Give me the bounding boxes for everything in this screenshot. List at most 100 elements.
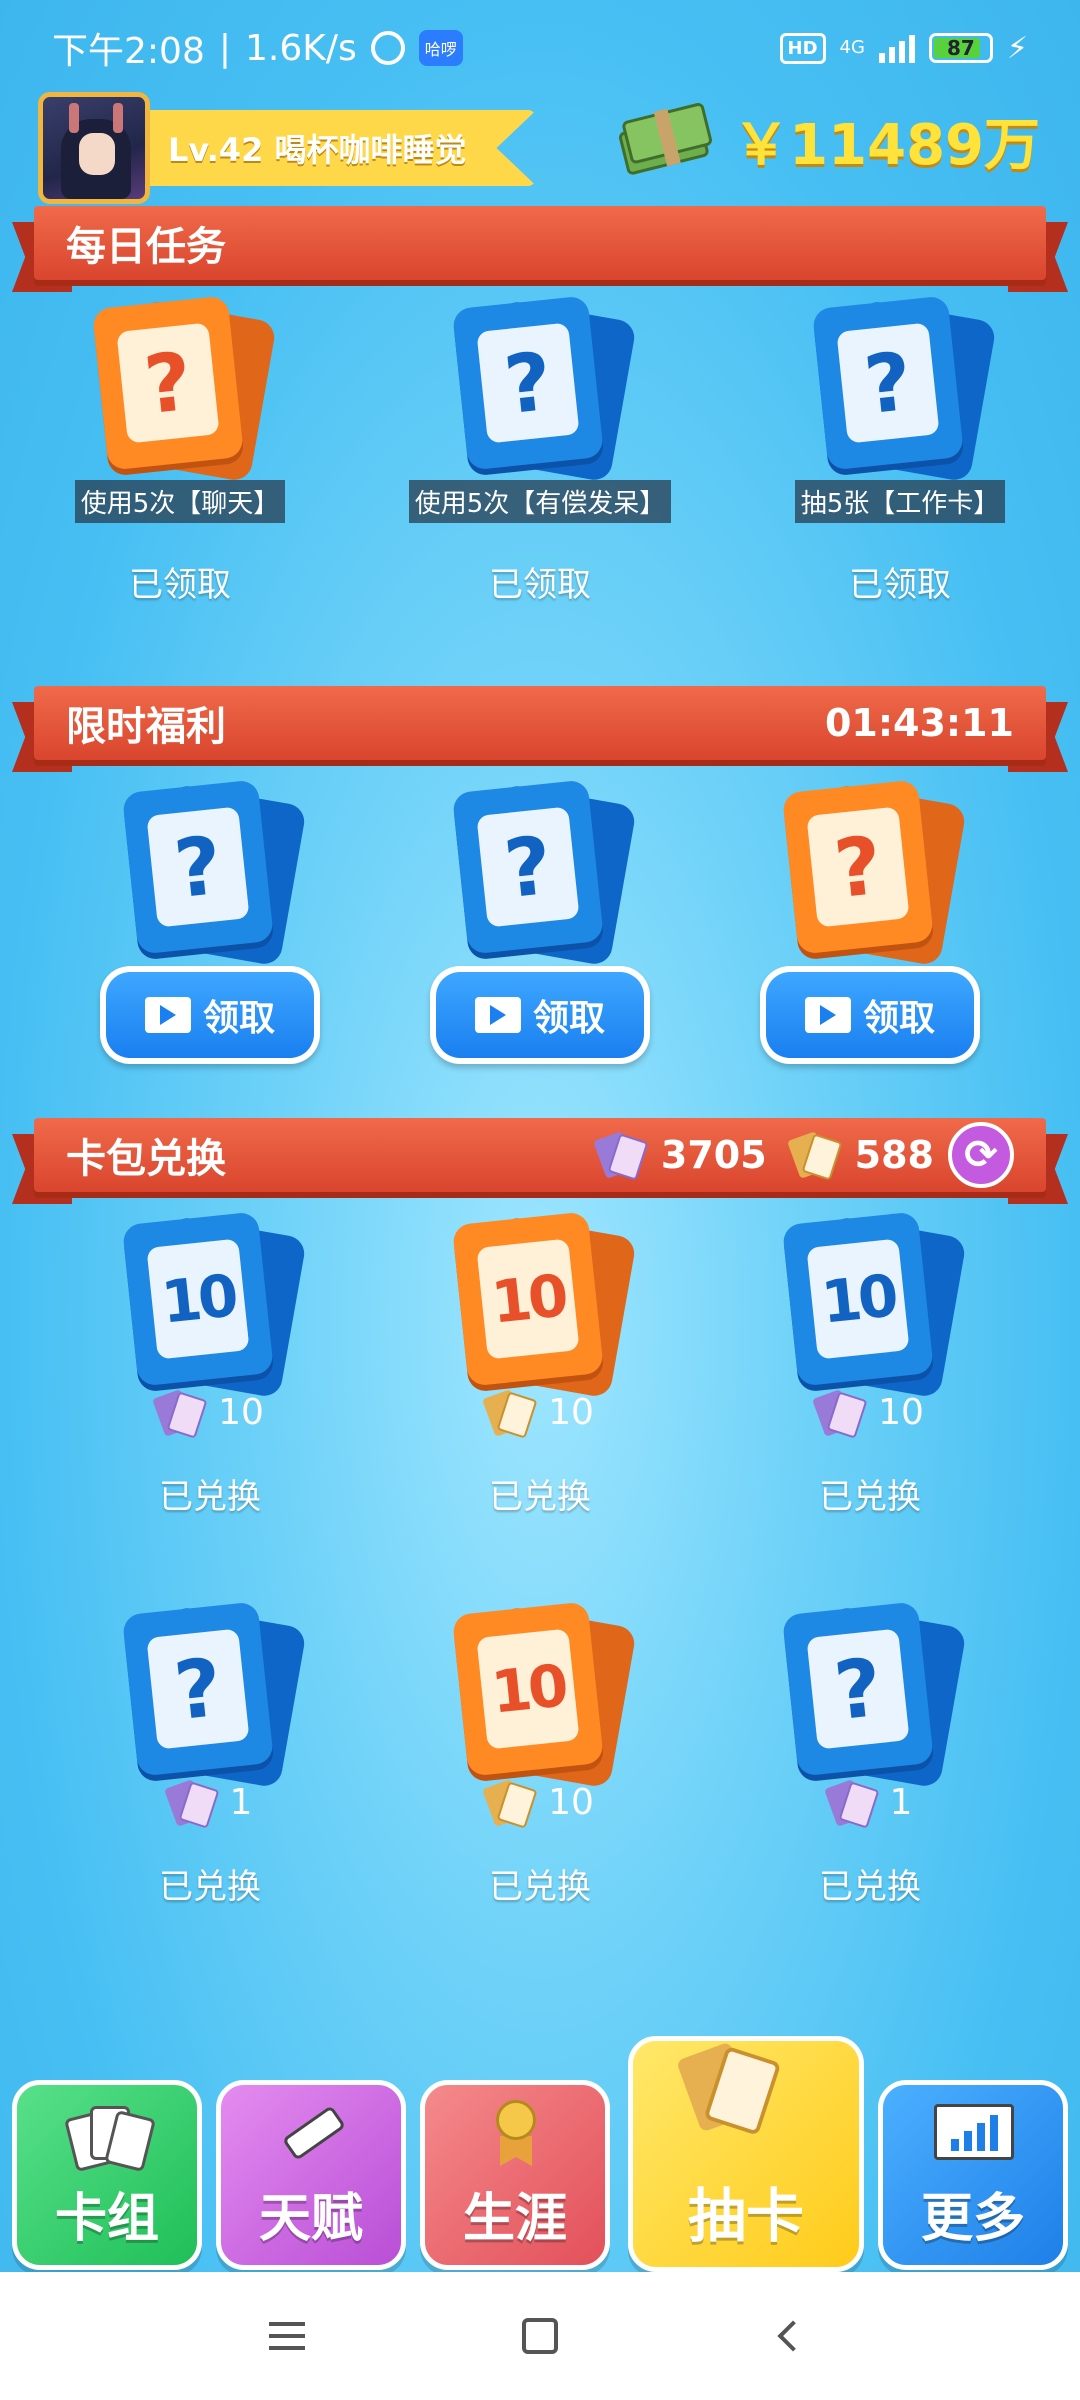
task-label: 抽5张【工作卡】 bbox=[794, 480, 1006, 523]
purple-ticket-icon bbox=[152, 1388, 208, 1439]
refresh-icon[interactable]: ⟳ bbox=[948, 1122, 1014, 1188]
nav-draw-button[interactable]: 抽卡 bbox=[628, 2036, 864, 2272]
exchange-status: 已兑换 bbox=[819, 1867, 921, 1907]
alarm-icon bbox=[370, 31, 405, 65]
exchange-item-3[interactable]: 10 10 已兑换 bbox=[720, 1211, 1020, 1518]
nav-draw-label: 抽卡 bbox=[687, 2182, 804, 2250]
card-symbol: ? bbox=[476, 806, 580, 928]
status-bar: 下午2:08 | 1.6K/s 哈啰 HD 4G 87 ⚡ bbox=[0, 0, 1080, 96]
nav-more-button[interactable]: 更多 bbox=[878, 2080, 1068, 2270]
status-left: 下午2:08 | 1.6K/s 哈啰 bbox=[52, 22, 463, 74]
claim-button-face: 领取 bbox=[436, 972, 644, 1058]
exchange-cost: 10 bbox=[482, 1778, 594, 1829]
network-speed: 1.6K/s bbox=[244, 27, 357, 69]
card-pack-icon: 10 bbox=[780, 1211, 968, 1399]
gold-ticket-icon bbox=[786, 1131, 843, 1181]
card-symbol: ? bbox=[836, 322, 940, 444]
mystery-card-icon: ? bbox=[120, 1601, 308, 1789]
nav-talent-label: 天赋 bbox=[258, 2189, 363, 2249]
player-profile[interactable]: Lv.42 喝杯咖啡睡觉 bbox=[38, 92, 537, 204]
card-symbol: ? bbox=[146, 1628, 250, 1750]
welfare-item-3: ? 领取 bbox=[720, 779, 1020, 1064]
hd-icon: HD bbox=[779, 32, 826, 64]
daily-task-3[interactable]: ? 抽5张【工作卡】 已领取 bbox=[750, 295, 1050, 606]
card-symbol: ? bbox=[806, 806, 910, 928]
card-symbol: 10 bbox=[476, 1238, 580, 1360]
cash-stack-icon bbox=[610, 95, 720, 186]
nav-career-label: 生涯 bbox=[462, 2189, 567, 2249]
status-divider: | bbox=[218, 27, 231, 69]
card-symbol: ? bbox=[806, 1628, 910, 1750]
menu-icon[interactable] bbox=[257, 2306, 317, 2366]
avatar[interactable] bbox=[38, 92, 150, 204]
mystery-card-icon: ? bbox=[90, 295, 278, 483]
ticket-glyph bbox=[676, 2041, 782, 2136]
draw-ticket-icon bbox=[676, 2041, 806, 2163]
card-deck-icon bbox=[62, 2100, 156, 2173]
card-front: ? bbox=[451, 295, 605, 471]
welfare-item-2: ? 领取 bbox=[390, 779, 690, 1064]
card-symbol: 10 bbox=[146, 1238, 250, 1360]
money-amount: ￥11489万 bbox=[733, 113, 1040, 178]
claim-button-face: 领取 bbox=[766, 972, 974, 1058]
task-status: 已领取 bbox=[129, 565, 231, 605]
system-nav-bar bbox=[0, 2272, 1080, 2400]
claim-video-button[interactable]: 领取 bbox=[100, 966, 320, 1064]
gold-ticket-icon bbox=[482, 1388, 538, 1439]
cost-value: 10 bbox=[218, 1392, 264, 1433]
chart-board bbox=[934, 2104, 1014, 2160]
nav-cards-button[interactable]: 卡组 bbox=[12, 2080, 202, 2270]
home-icon[interactable] bbox=[510, 2306, 570, 2366]
cost-value: 10 bbox=[878, 1392, 924, 1433]
card-front: ? bbox=[811, 295, 965, 471]
nav-career-button[interactable]: 生涯 bbox=[420, 2080, 610, 2270]
pack-exchange-banner: 卡包兑换 3705 588 ⟳ bbox=[12, 1118, 1068, 1204]
exchange-cost: 1 bbox=[823, 1778, 912, 1829]
daily-task-1[interactable]: ? 使用5次【聊天】 已领取 bbox=[30, 295, 330, 606]
video-icon bbox=[474, 997, 521, 1033]
card-front: ? bbox=[451, 779, 605, 955]
exchange-item-6[interactable]: ? 1 已兑换 bbox=[720, 1601, 1020, 1908]
daily-task-2[interactable]: ? 使用5次【有偿发呆】 已领取 bbox=[390, 295, 690, 606]
cost-value: 10 bbox=[548, 1782, 594, 1823]
money-display: ￥11489万 bbox=[617, 100, 1040, 181]
banner-right: 01:43:11 bbox=[825, 701, 1014, 745]
exchange-status: 已兑换 bbox=[159, 1477, 261, 1517]
card-front: ? bbox=[121, 779, 275, 955]
status-right: HD 4G 87 ⚡ bbox=[779, 31, 1028, 66]
exchange-item-4[interactable]: ? 1 已兑换 bbox=[60, 1601, 360, 1908]
chart-board-icon bbox=[928, 2100, 1018, 2170]
medal-icon bbox=[470, 2100, 560, 2170]
app-notification-icon: 哈啰 bbox=[418, 30, 463, 66]
nav-talent-button[interactable]: 天赋 bbox=[216, 2080, 406, 2270]
card-symbol: ? bbox=[116, 322, 220, 444]
claim-video-button[interactable]: 领取 bbox=[430, 966, 650, 1064]
bottom-nav: 卡组 天赋 生涯 抽卡 更多 bbox=[0, 2030, 1080, 2272]
nav-more-label: 更多 bbox=[920, 2189, 1025, 2249]
mystery-card-icon: ? bbox=[450, 779, 638, 967]
limited-welfare-title: 限时福利 bbox=[66, 704, 226, 750]
signal-icon bbox=[878, 33, 915, 63]
banner-body: 每日任务 bbox=[34, 206, 1046, 280]
card-front: 10 bbox=[451, 1601, 605, 1777]
card-pack-icon: 10 bbox=[450, 1601, 638, 1789]
exchange-cost: 10 bbox=[812, 1388, 924, 1439]
battery-percent: 87 bbox=[947, 36, 975, 60]
level-name-pill: Lv.42 喝杯咖啡睡觉 bbox=[136, 110, 537, 186]
exchange-status: 已兑换 bbox=[159, 1867, 261, 1907]
purple-ticket-icon bbox=[812, 1388, 868, 1439]
back-icon[interactable] bbox=[763, 2306, 823, 2366]
welfare-item-1: ? 领取 bbox=[60, 779, 360, 1064]
exchange-item-1[interactable]: 10 10 已兑换 bbox=[60, 1211, 360, 1518]
exchange-item-2[interactable]: 10 10 已兑换 bbox=[390, 1211, 690, 1518]
card-front: ? bbox=[91, 295, 245, 471]
mystery-card-icon: ? bbox=[780, 1601, 968, 1789]
exchange-item-5[interactable]: 10 10 已兑换 bbox=[390, 1601, 690, 1908]
exchange-status: 已兑换 bbox=[489, 1477, 591, 1517]
claim-label: 领取 bbox=[202, 998, 275, 1039]
video-icon bbox=[144, 997, 191, 1033]
avatar-horn-right bbox=[113, 103, 123, 133]
exchange-cost: 1 bbox=[163, 1778, 252, 1829]
claim-video-button[interactable]: 领取 bbox=[760, 966, 980, 1064]
gold-ticket-count: 588 bbox=[854, 1133, 934, 1177]
